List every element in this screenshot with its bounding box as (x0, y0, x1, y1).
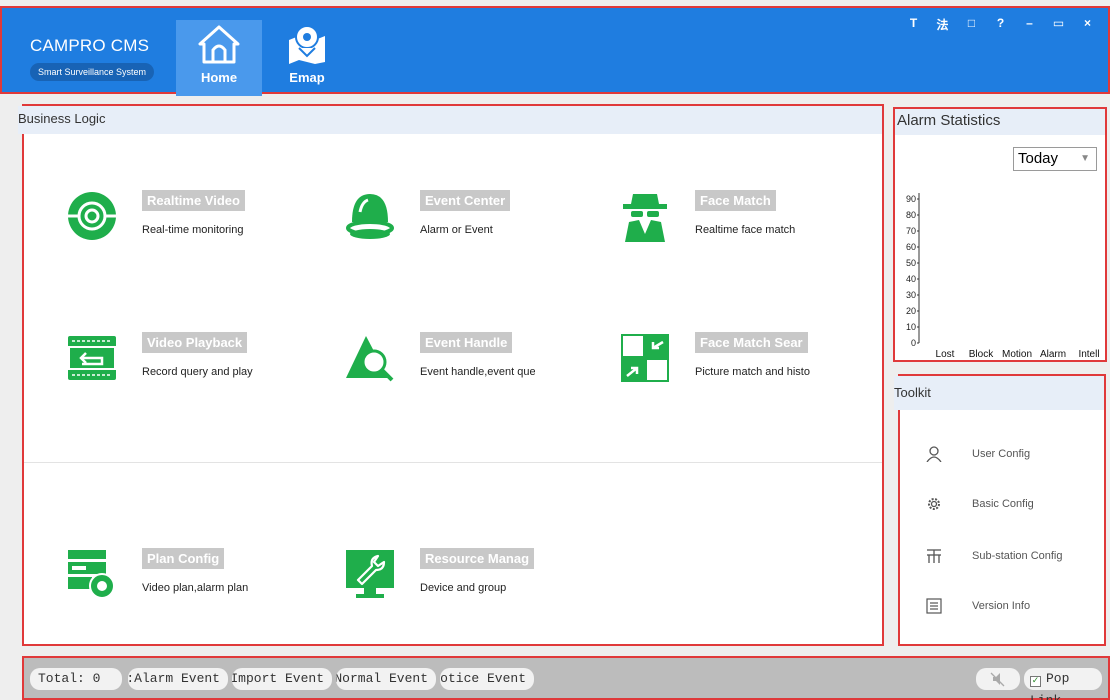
chevron-down-icon: ▼ (1080, 153, 1090, 164)
lock-button[interactable]: □ (957, 16, 986, 33)
business-logic-title: Business Logic (18, 106, 882, 134)
alarm-chart: 0 10 20 30 40 50 60 70 80 90 Lost Block Motion Alarm I… (906, 193, 1100, 359)
tile-event-handle[interactable]: Event Handle Event handle,event que (344, 332, 584, 392)
tile-resource-manage[interactable]: Resource Manag Device and group (344, 548, 584, 608)
notice-event-count: Notice Event: (440, 668, 534, 690)
tile-face-match-search[interactable]: Face Match Sear Picture match and histo (619, 332, 859, 392)
header-bar: CAMPRO CMS Smart Surveillance System Hom… (0, 6, 1110, 96)
toolkit-item-version-info[interactable]: Version Info (926, 594, 1030, 618)
brand-subtitle: Smart Surveillance System (30, 63, 155, 81)
y-tick-label: 80 (906, 210, 916, 220)
toolkit-item-label: Version Info (972, 600, 1031, 612)
plan-config-icon (68, 550, 115, 599)
tile-name: Event Handle (420, 332, 513, 353)
y-tick-label: 30 (906, 290, 916, 300)
tile-event-center[interactable]: Event Center Alarm or Event (344, 190, 584, 250)
alarm-statistics-panel: Alarm Statistics Today ▼ 0 10 20 30 40 50 60 70… (893, 107, 1107, 362)
tile-face-match[interactable]: Face Match Realtime face match (619, 190, 859, 250)
user-icon (926, 446, 942, 462)
tile-desc: Picture match and histo (695, 366, 810, 378)
close-button[interactable]: × (1073, 16, 1102, 33)
import-event-count: Import Event: (232, 668, 332, 690)
toolkit-item-label: User Config (972, 448, 1031, 460)
toolkit-item-user-config[interactable]: User Config (926, 442, 1030, 466)
pop-link-toggle[interactable]: ✓Pop Link (1024, 668, 1102, 700)
app-window: CAMPRO CMS Smart Surveillance System Hom… (0, 0, 1110, 700)
tile-plan-config[interactable]: Plan Config Video plan,alarm plan (66, 548, 306, 608)
tab-home[interactable]: Home (176, 20, 262, 96)
tab-emap[interactable]: Emap (264, 20, 350, 96)
section-divider (24, 462, 882, 463)
x-tick-label: Motion (1002, 349, 1032, 359)
toolkit-item-basic-config[interactable]: Basic Config (926, 492, 1034, 516)
tile-desc: Device and group (420, 582, 507, 594)
brand-title: CAMPRO CMS (30, 36, 150, 55)
language-button[interactable]: 法 (928, 16, 957, 33)
search-event-icon (346, 336, 394, 382)
camera-icon (68, 192, 116, 240)
speaker-mute-icon (990, 672, 1005, 687)
tab-home-label: Home (200, 70, 238, 85)
list-icon (926, 598, 942, 614)
tile-name: Face Match Sear (695, 332, 808, 353)
tile-desc: Event handle,event que (420, 366, 535, 378)
tile-desc: Alarm or Event (420, 224, 493, 236)
tile-name: Resource Manag (420, 548, 535, 569)
y-tick-label: 20 (906, 306, 916, 316)
alarm-bell-icon (346, 194, 394, 239)
y-tick-label: 0 (911, 338, 916, 348)
tile-video-playback[interactable]: Video Playback Record query and play (66, 332, 306, 392)
picture-match-icon (621, 334, 669, 382)
y-tick-label: 60 (906, 242, 916, 252)
x-tick-label: Block (969, 349, 994, 359)
map-pin-icon (289, 25, 325, 64)
x-tick-label: Lost (936, 349, 955, 359)
mute-button[interactable] (976, 668, 1020, 690)
toolkit-title: Toolkit (894, 376, 1104, 410)
home-icon (198, 25, 240, 64)
tile-name: Face Match (695, 190, 776, 211)
tile-name: Event Center (420, 190, 511, 211)
tile-desc: Video plan,alarm plan (142, 582, 249, 594)
help-button[interactable]: ? (986, 16, 1015, 33)
tab-emap-label: Emap (289, 70, 325, 85)
tile-desc: Realtime face match (695, 224, 796, 236)
y-tick-label: 90 (906, 194, 916, 204)
y-tick-label: 70 (906, 226, 916, 236)
minimize-button[interactable]: – (1015, 16, 1044, 33)
playback-icon (68, 336, 116, 380)
tile-name: Plan Config (142, 548, 225, 569)
toolkit-item-label: Basic Config (972, 498, 1034, 510)
y-tick-label: 10 (906, 322, 916, 332)
business-logic-panel: Business Logic Realtime Video Real-time … (18, 104, 884, 646)
alarm-event-count: Alarm Event: (128, 668, 228, 690)
tile-name: Realtime Video (142, 190, 245, 211)
brand: CAMPRO CMS Smart Surveillance System (30, 36, 155, 81)
toolkit-item-sub-station-config[interactable]: Sub-station Config (926, 544, 1063, 568)
skin-button[interactable]: T (899, 16, 928, 33)
checkbox-icon[interactable]: ✓ (1030, 676, 1041, 687)
tile-name: Video Playback (142, 332, 248, 353)
tile-desc: Real-time monitoring (142, 224, 244, 236)
window-controls: T 法 □ ? – ▭ × (899, 16, 1102, 33)
network-icon (927, 549, 941, 563)
maximize-button[interactable]: ▭ (1044, 16, 1073, 33)
x-tick-label: Alarm (1040, 349, 1066, 359)
y-tick-label: 40 (906, 274, 916, 284)
gear-icon (928, 498, 940, 510)
normal-event-count: Normal Event: (336, 668, 436, 690)
spy-face-icon (623, 194, 667, 242)
x-tick-label: Intell (1078, 349, 1099, 359)
total-count: Total: 0 (30, 668, 122, 690)
tile-desc: Record query and play (142, 366, 253, 378)
tile-realtime-video[interactable]: Realtime Video Real-time monitoring (66, 190, 306, 250)
alarm-statistics-title: Alarm Statistics (895, 109, 1105, 135)
wrench-monitor-icon (346, 550, 394, 598)
toolkit-panel: Toolkit User Config Basic Config Sub-sta… (894, 374, 1106, 646)
period-select[interactable]: Today ▼ (1013, 147, 1097, 171)
toolkit-item-label: Sub-station Config (972, 550, 1063, 562)
status-bar: Total: 0 Alarm Event: Import Event: Norm… (22, 656, 1110, 700)
y-tick-label: 50 (906, 258, 916, 268)
period-select-value: Today (1018, 150, 1059, 167)
